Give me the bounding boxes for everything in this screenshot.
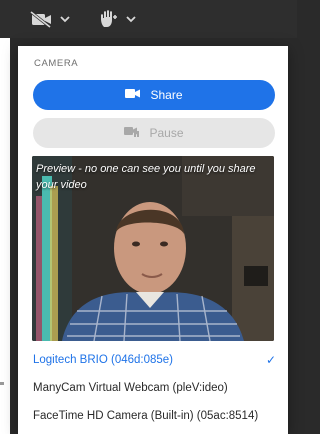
video-camera-icon bbox=[125, 88, 141, 102]
preview-caption: Preview - no one can see you until you s… bbox=[36, 163, 256, 191]
camera-off-icon bbox=[30, 10, 54, 28]
raise-hand-button[interactable] bbox=[98, 9, 136, 29]
camera-section-label: CAMERA bbox=[34, 58, 79, 69]
share-video-button[interactable]: Share bbox=[33, 80, 275, 110]
pause-button-label: Pause bbox=[149, 126, 184, 140]
raise-hand-icon bbox=[98, 9, 120, 29]
meeting-toolbar bbox=[0, 0, 297, 38]
chevron-down-icon bbox=[126, 15, 136, 23]
camera-device-list: Logitech BRIO (046d:085e) ✓ ManyCam Virt… bbox=[18, 346, 288, 430]
camera-toggle-button[interactable] bbox=[30, 9, 70, 29]
camera-option-label: FaceTime HD Camera (Built-in) (05ac:8514… bbox=[33, 410, 259, 422]
pause-camera-icon bbox=[124, 125, 140, 141]
background-page-edge bbox=[0, 38, 10, 434]
share-button-label: Share bbox=[150, 88, 183, 102]
checkmark-icon: ✓ bbox=[265, 353, 276, 367]
camera-option-manycam[interactable]: ManyCam Virtual Webcam (pleV:ideo) bbox=[18, 374, 288, 402]
background-list-marker bbox=[0, 382, 4, 385]
camera-option-facetime-hd[interactable]: FaceTime HD Camera (Built-in) (05ac:8514… bbox=[18, 402, 288, 430]
camera-option-label: ManyCam Virtual Webcam (pleV:ideo) bbox=[33, 382, 228, 394]
camera-preview: Preview - no one can see you until you s… bbox=[32, 156, 274, 341]
camera-option-logitech-brio[interactable]: Logitech BRIO (046d:085e) ✓ bbox=[18, 346, 288, 374]
camera-dropdown-panel: CAMERA Share Pause Preview - no one can … bbox=[18, 46, 288, 434]
chevron-down-icon bbox=[60, 15, 70, 23]
camera-option-label: Logitech BRIO (046d:085e) bbox=[33, 354, 174, 366]
pause-video-button[interactable]: Pause bbox=[33, 118, 275, 148]
